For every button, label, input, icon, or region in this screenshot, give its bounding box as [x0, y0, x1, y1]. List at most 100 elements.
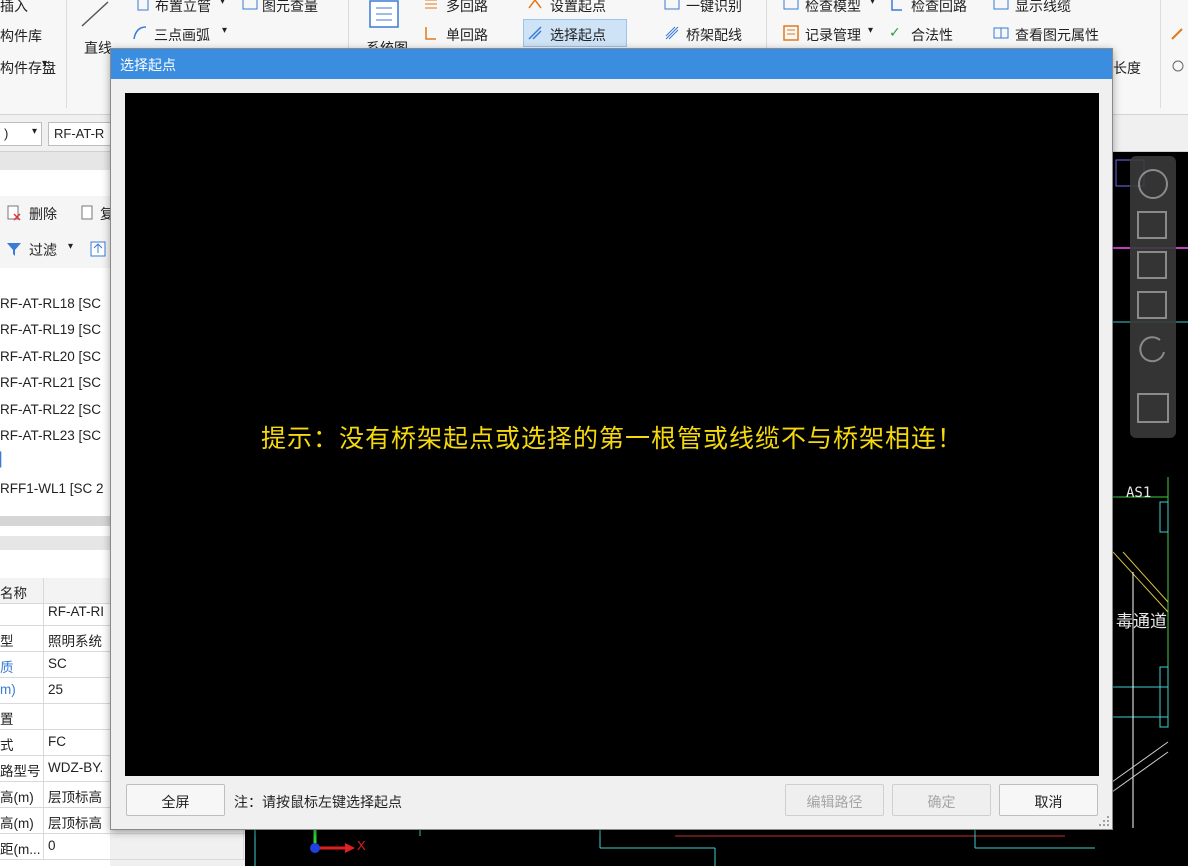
arc-icon: [133, 26, 147, 40]
dialog-preview-canvas[interactable]: 提示：没有桥架起点或选择的第一根管或线缆不与桥架相连！: [125, 93, 1099, 776]
ribbon-line[interactable]: 直线: [84, 38, 112, 58]
chevron-down-icon: ▾: [31, 126, 37, 137]
property-key: 路型号: [0, 756, 44, 782]
view-navigation-bar[interactable]: [1130, 156, 1176, 438]
ribbon-legality[interactable]: 合法性: [911, 25, 953, 45]
show-cable-icon: [993, 0, 1009, 10]
ribbon-component-save[interactable]: 构件存盘: [0, 58, 56, 78]
panel-header: [0, 152, 110, 170]
pencil-icon: [1171, 28, 1183, 40]
cad-label-as1: AS1: [1126, 485, 1152, 501]
property-key: 高(m): [0, 808, 44, 834]
ribbon-three-point-arc[interactable]: 三点画弧: [154, 25, 210, 45]
property-key: [0, 600, 44, 626]
tree-item[interactable]: RF-AT-RL22 [SC: [0, 402, 101, 417]
chevron-down-icon[interactable]: ▾: [42, 58, 47, 69]
delete-button[interactable]: 删除: [29, 204, 57, 224]
layer-combo-value: ): [4, 126, 9, 141]
property-key: 质: [0, 652, 44, 678]
check-circuit-icon: [891, 0, 902, 11]
panel-splitter[interactable]: [0, 536, 110, 550]
ribbon-component-lib[interactable]: 构件库: [0, 26, 42, 46]
property-key: 式: [0, 730, 44, 756]
cad-bottom-drawing: [254, 828, 1095, 866]
tree-item[interactable]: RF-AT-RL19 [SC: [0, 322, 101, 337]
ribbon-view-element-props[interactable]: 查看图元属性: [1015, 25, 1099, 45]
property-key: 距(m...: [0, 834, 44, 860]
identify-icon: [664, 0, 680, 10]
ribbon-element-query[interactable]: 图元查量: [262, 0, 318, 16]
chevron-down-icon[interactable]: ▾: [222, 25, 227, 36]
tree-item[interactable]: RF-AT-RL20 [SC: [0, 349, 101, 364]
tree-item[interactable]: RFF1-WL1 [SC 2: [0, 481, 104, 496]
set-start-icon: [528, 0, 542, 9]
view-cube-icons: [1137, 169, 1169, 423]
tree-item[interactable]: RF-AT-RL18 [SC: [0, 296, 101, 311]
ok-button[interactable]: 确定: [892, 784, 991, 816]
ribbon-check-model[interactable]: 检查模型: [805, 0, 861, 16]
ribbon-divider: [66, 0, 67, 108]
ribbon-one-key-identify[interactable]: 一键识别: [686, 0, 742, 16]
cad-label-channel: 毒通道: [1116, 612, 1167, 631]
ribbon-divider: [1160, 0, 1161, 108]
ribbon-show-cable[interactable]: 显示线缆: [1015, 0, 1071, 16]
settings-icon: [1172, 60, 1184, 72]
tree-expander-icon[interactable]: ▏: [0, 452, 10, 468]
ribbon-arrange-riser[interactable]: 布置立管: [155, 0, 211, 16]
chevron-down-icon[interactable]: ▾: [868, 25, 873, 36]
dialog-title[interactable]: 选择起点: [111, 49, 1112, 79]
ribbon-length[interactable]: 长度: [1113, 58, 1141, 78]
single-circuit-icon: [425, 27, 436, 40]
ribbon-set-start[interactable]: 设置起点: [550, 0, 606, 16]
property-row[interactable]: 距(m... 0: [0, 834, 245, 860]
upload-icon: [90, 241, 106, 257]
delete-icon: [7, 205, 21, 221]
ribbon-tray-wiring[interactable]: 桥架配线: [686, 25, 742, 45]
resize-grip-icon[interactable]: [1098, 815, 1110, 827]
system-diagram-icon: [369, 0, 399, 28]
edit-path-button[interactable]: 编辑路径: [785, 784, 884, 816]
chevron-down-icon[interactable]: ▾: [68, 241, 73, 252]
property-key: 高(m): [0, 782, 44, 808]
panel-toolbar: 删除 复: [0, 196, 114, 232]
axis-x-label: X: [357, 838, 366, 853]
checkmark-icon: ✓: [889, 24, 901, 40]
multi-circuit-icon: [425, 0, 437, 9]
fullscreen-button[interactable]: 全屏: [126, 784, 225, 816]
ribbon-insert[interactable]: 插入: [0, 0, 28, 16]
dialog-note: 注：请按鼠标左键选择起点: [234, 794, 402, 810]
query-icon: [242, 0, 258, 10]
line-tool-icon: [81, 1, 109, 27]
check-model-icon: [783, 0, 799, 10]
element-combo[interactable]: RF-AT-R: [48, 122, 118, 146]
element-props-icon: [993, 27, 1009, 39]
tree-item[interactable]: RF-AT-RL21 [SC: [0, 375, 101, 390]
hint-message: 提示：没有桥架起点或选择的第一根管或线缆不与桥架相连！: [260, 424, 963, 453]
chevron-down-icon[interactable]: ▾: [870, 0, 875, 7]
cad-canvas-bottom[interactable]: X: [245, 828, 1188, 866]
cancel-button[interactable]: 取消: [999, 784, 1098, 816]
property-key: 型: [0, 626, 44, 652]
ribbon-record-mgmt[interactable]: 记录管理: [805, 25, 861, 45]
layer-combo[interactable]: ) ▾: [0, 122, 42, 146]
ribbon-multi-circuit[interactable]: 多回路: [446, 0, 488, 16]
filter-button[interactable]: 过滤: [29, 240, 57, 260]
tray-wiring-icon: [665, 26, 679, 40]
ribbon-select-start[interactable]: 选择起点: [550, 25, 606, 45]
property-key: m): [0, 678, 44, 704]
riser-icon: [137, 0, 149, 11]
select-start-dialog: 选择起点 提示：没有桥架起点或选择的第一根管或线缆不与桥架相连！ 全屏 注：请按…: [110, 48, 1113, 830]
copy-icon: [81, 205, 93, 220]
tree-item[interactable]: RF-AT-RL23 [SC: [0, 428, 101, 443]
panel-filter-bar: 过滤 ▾: [0, 232, 110, 268]
ribbon-check-circuit[interactable]: 检查回路: [911, 0, 967, 16]
horizontal-scrollbar[interactable]: [0, 516, 110, 526]
filter-icon: [7, 243, 21, 256]
property-value[interactable]: 0: [44, 834, 244, 860]
property-key: 置: [0, 704, 44, 730]
element-combo-value: RF-AT-R: [54, 126, 105, 141]
record-mgmt-icon: [783, 25, 799, 41]
select-start-icon: [528, 26, 542, 40]
ribbon-single-circuit[interactable]: 单回路: [446, 25, 488, 45]
chevron-down-icon[interactable]: ▾: [220, 0, 225, 7]
